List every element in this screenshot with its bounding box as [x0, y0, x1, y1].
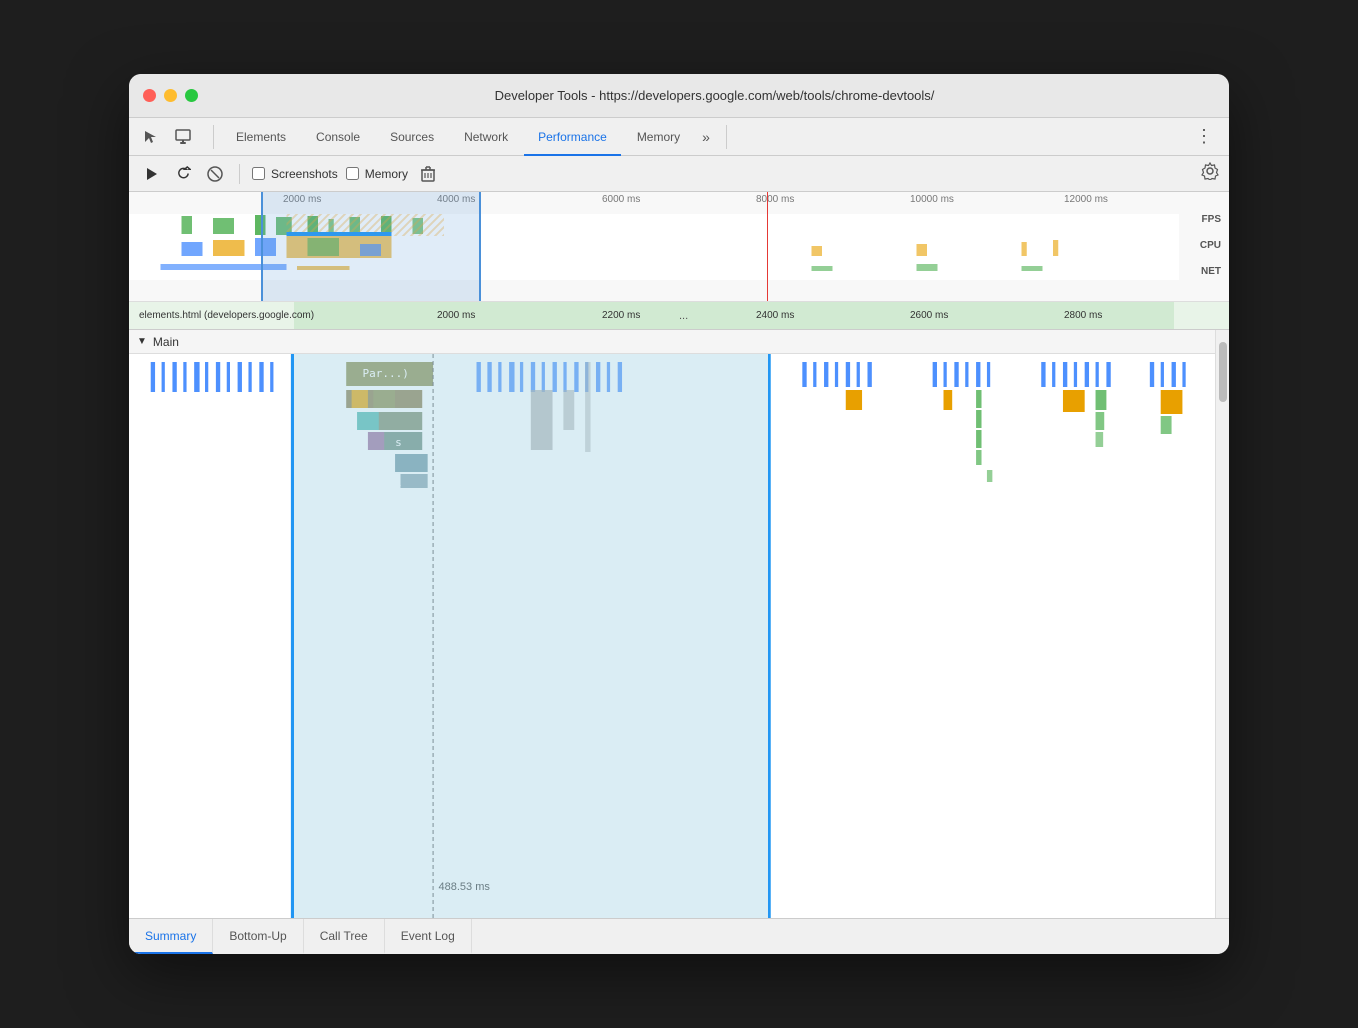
fps-label: FPS — [1202, 214, 1221, 225]
scrollbar[interactable] — [1215, 330, 1229, 918]
detail-mark-2800: 2800 ms — [1064, 310, 1102, 321]
net-label: NET — [1201, 266, 1221, 277]
more-tabs-button[interactable]: » — [694, 129, 718, 145]
nav-icons — [137, 123, 197, 151]
nav-tabs: Elements Console Sources Network Perform… — [222, 118, 694, 155]
timeline-ruler[interactable]: 2000 ms 4000 ms 6000 ms 8000 ms 10000 ms… — [129, 192, 1229, 302]
memory-label[interactable]: Memory — [365, 167, 408, 181]
mark-10000: 10000 ms — [910, 194, 954, 205]
scrollbar-thumb[interactable] — [1219, 342, 1227, 402]
mark-12000: 12000 ms — [1064, 194, 1108, 205]
flame-chart-header: ▼ Main — [129, 330, 1215, 354]
inspect-icon[interactable] — [169, 123, 197, 151]
cpu-label: CPU — [1200, 240, 1221, 251]
nav-separator — [213, 125, 214, 149]
tab-call-tree[interactable]: Call Tree — [304, 919, 385, 954]
tab-bottom-up[interactable]: Bottom-Up — [213, 919, 303, 954]
main-content: ▼ Main — [129, 330, 1229, 918]
clear-button[interactable] — [203, 162, 227, 186]
record-button[interactable] — [139, 162, 163, 186]
detail-mark-2400: 2400 ms — [756, 310, 794, 321]
detail-url: elements.html (developers.google.com) — [129, 310, 314, 321]
tab-elements[interactable]: Elements — [222, 119, 300, 156]
tab-summary[interactable]: Summary — [129, 919, 213, 954]
devtools-nav: Elements Console Sources Network Perform… — [129, 118, 1229, 156]
selection-box — [261, 192, 481, 301]
tab-performance[interactable]: Performance — [524, 119, 621, 156]
reload-button[interactable] — [171, 162, 195, 186]
timeline-detail: elements.html (developers.google.com) 22… — [129, 302, 1229, 330]
minimize-button[interactable] — [164, 89, 177, 102]
tab-event-log[interactable]: Event Log — [385, 919, 472, 954]
tab-network[interactable]: Network — [450, 119, 522, 156]
flame-chart-title: Main — [153, 335, 179, 349]
mark-6000: 6000 ms — [602, 194, 640, 205]
toolbar: Screenshots Memory — [129, 156, 1229, 192]
cursor-icon[interactable] — [137, 123, 165, 151]
flame-chart-body[interactable]: Par...) s l — [129, 354, 1215, 918]
red-marker — [767, 192, 768, 301]
tab-console[interactable]: Console — [302, 119, 374, 156]
window-controls — [143, 89, 198, 102]
detail-mark-2200: 2200 ms — [602, 310, 640, 321]
detail-mark-2000: 2000 ms — [437, 310, 475, 321]
flame-chart[interactable]: ▼ Main — [129, 330, 1215, 918]
mark-8000: 8000 ms — [756, 194, 794, 205]
trash-button[interactable] — [416, 162, 440, 186]
close-button[interactable] — [143, 89, 156, 102]
tab-sources[interactable]: Sources — [376, 119, 448, 156]
screenshots-checkbox[interactable] — [252, 167, 265, 180]
maximize-button[interactable] — [185, 89, 198, 102]
screenshots-label[interactable]: Screenshots — [271, 167, 338, 181]
nav-separator-2 — [726, 125, 727, 149]
detail-ellipsis: ... — [679, 310, 688, 322]
flame-selection — [292, 354, 770, 918]
settings-button[interactable] — [1201, 162, 1219, 185]
collapse-icon[interactable]: ▼ — [137, 336, 147, 347]
memory-checkbox-group: Memory — [346, 167, 408, 181]
tab-memory[interactable]: Memory — [623, 119, 694, 156]
kebab-menu-button[interactable]: ⋮ — [1187, 126, 1221, 147]
title-bar: Developer Tools - https://developers.goo… — [129, 74, 1229, 118]
screenshots-checkbox-group: Screenshots — [252, 167, 338, 181]
bottom-tabs: Summary Bottom-Up Call Tree Event Log — [129, 918, 1229, 954]
memory-checkbox[interactable] — [346, 167, 359, 180]
toolbar-separator — [239, 164, 240, 184]
detail-mark-2600: 2600 ms — [910, 310, 948, 321]
devtools-window: Developer Tools - https://developers.goo… — [129, 74, 1229, 954]
window-title: Developer Tools - https://developers.goo… — [214, 88, 1215, 103]
